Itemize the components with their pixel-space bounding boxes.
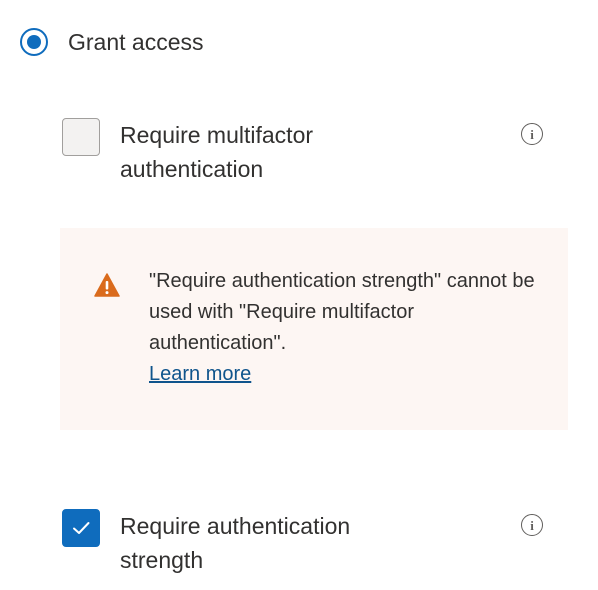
grant-access-label: Grant access [68,29,204,55]
require-auth-strength-checkbox[interactable] [62,509,100,547]
require-auth-strength-label[interactable]: Require authentication strength [120,509,420,577]
radio-selected-dot [27,35,41,49]
warning-icon [94,273,120,297]
warning-message: "Require authentication strength" cannot… [149,270,535,354]
info-icon[interactable]: i [521,514,543,536]
radio-button[interactable] [20,28,48,56]
warning-message-bar: "Require authentication strength" cannot… [60,228,568,430]
checkmark-icon [73,522,90,534]
info-icon[interactable]: i [521,123,543,145]
warning-text: "Require authentication strength" cannot… [149,266,549,390]
grant-access-radio[interactable]: Grant access [20,28,204,56]
require-mfa-row[interactable]: Require multifactor authentication i [62,118,546,186]
require-auth-strength-row[interactable]: Require authentication strength i [62,509,546,577]
require-mfa-checkbox[interactable] [62,118,100,156]
learn-more-link[interactable]: Learn more [149,359,251,390]
require-mfa-label[interactable]: Require multifactor authentication [120,118,420,186]
